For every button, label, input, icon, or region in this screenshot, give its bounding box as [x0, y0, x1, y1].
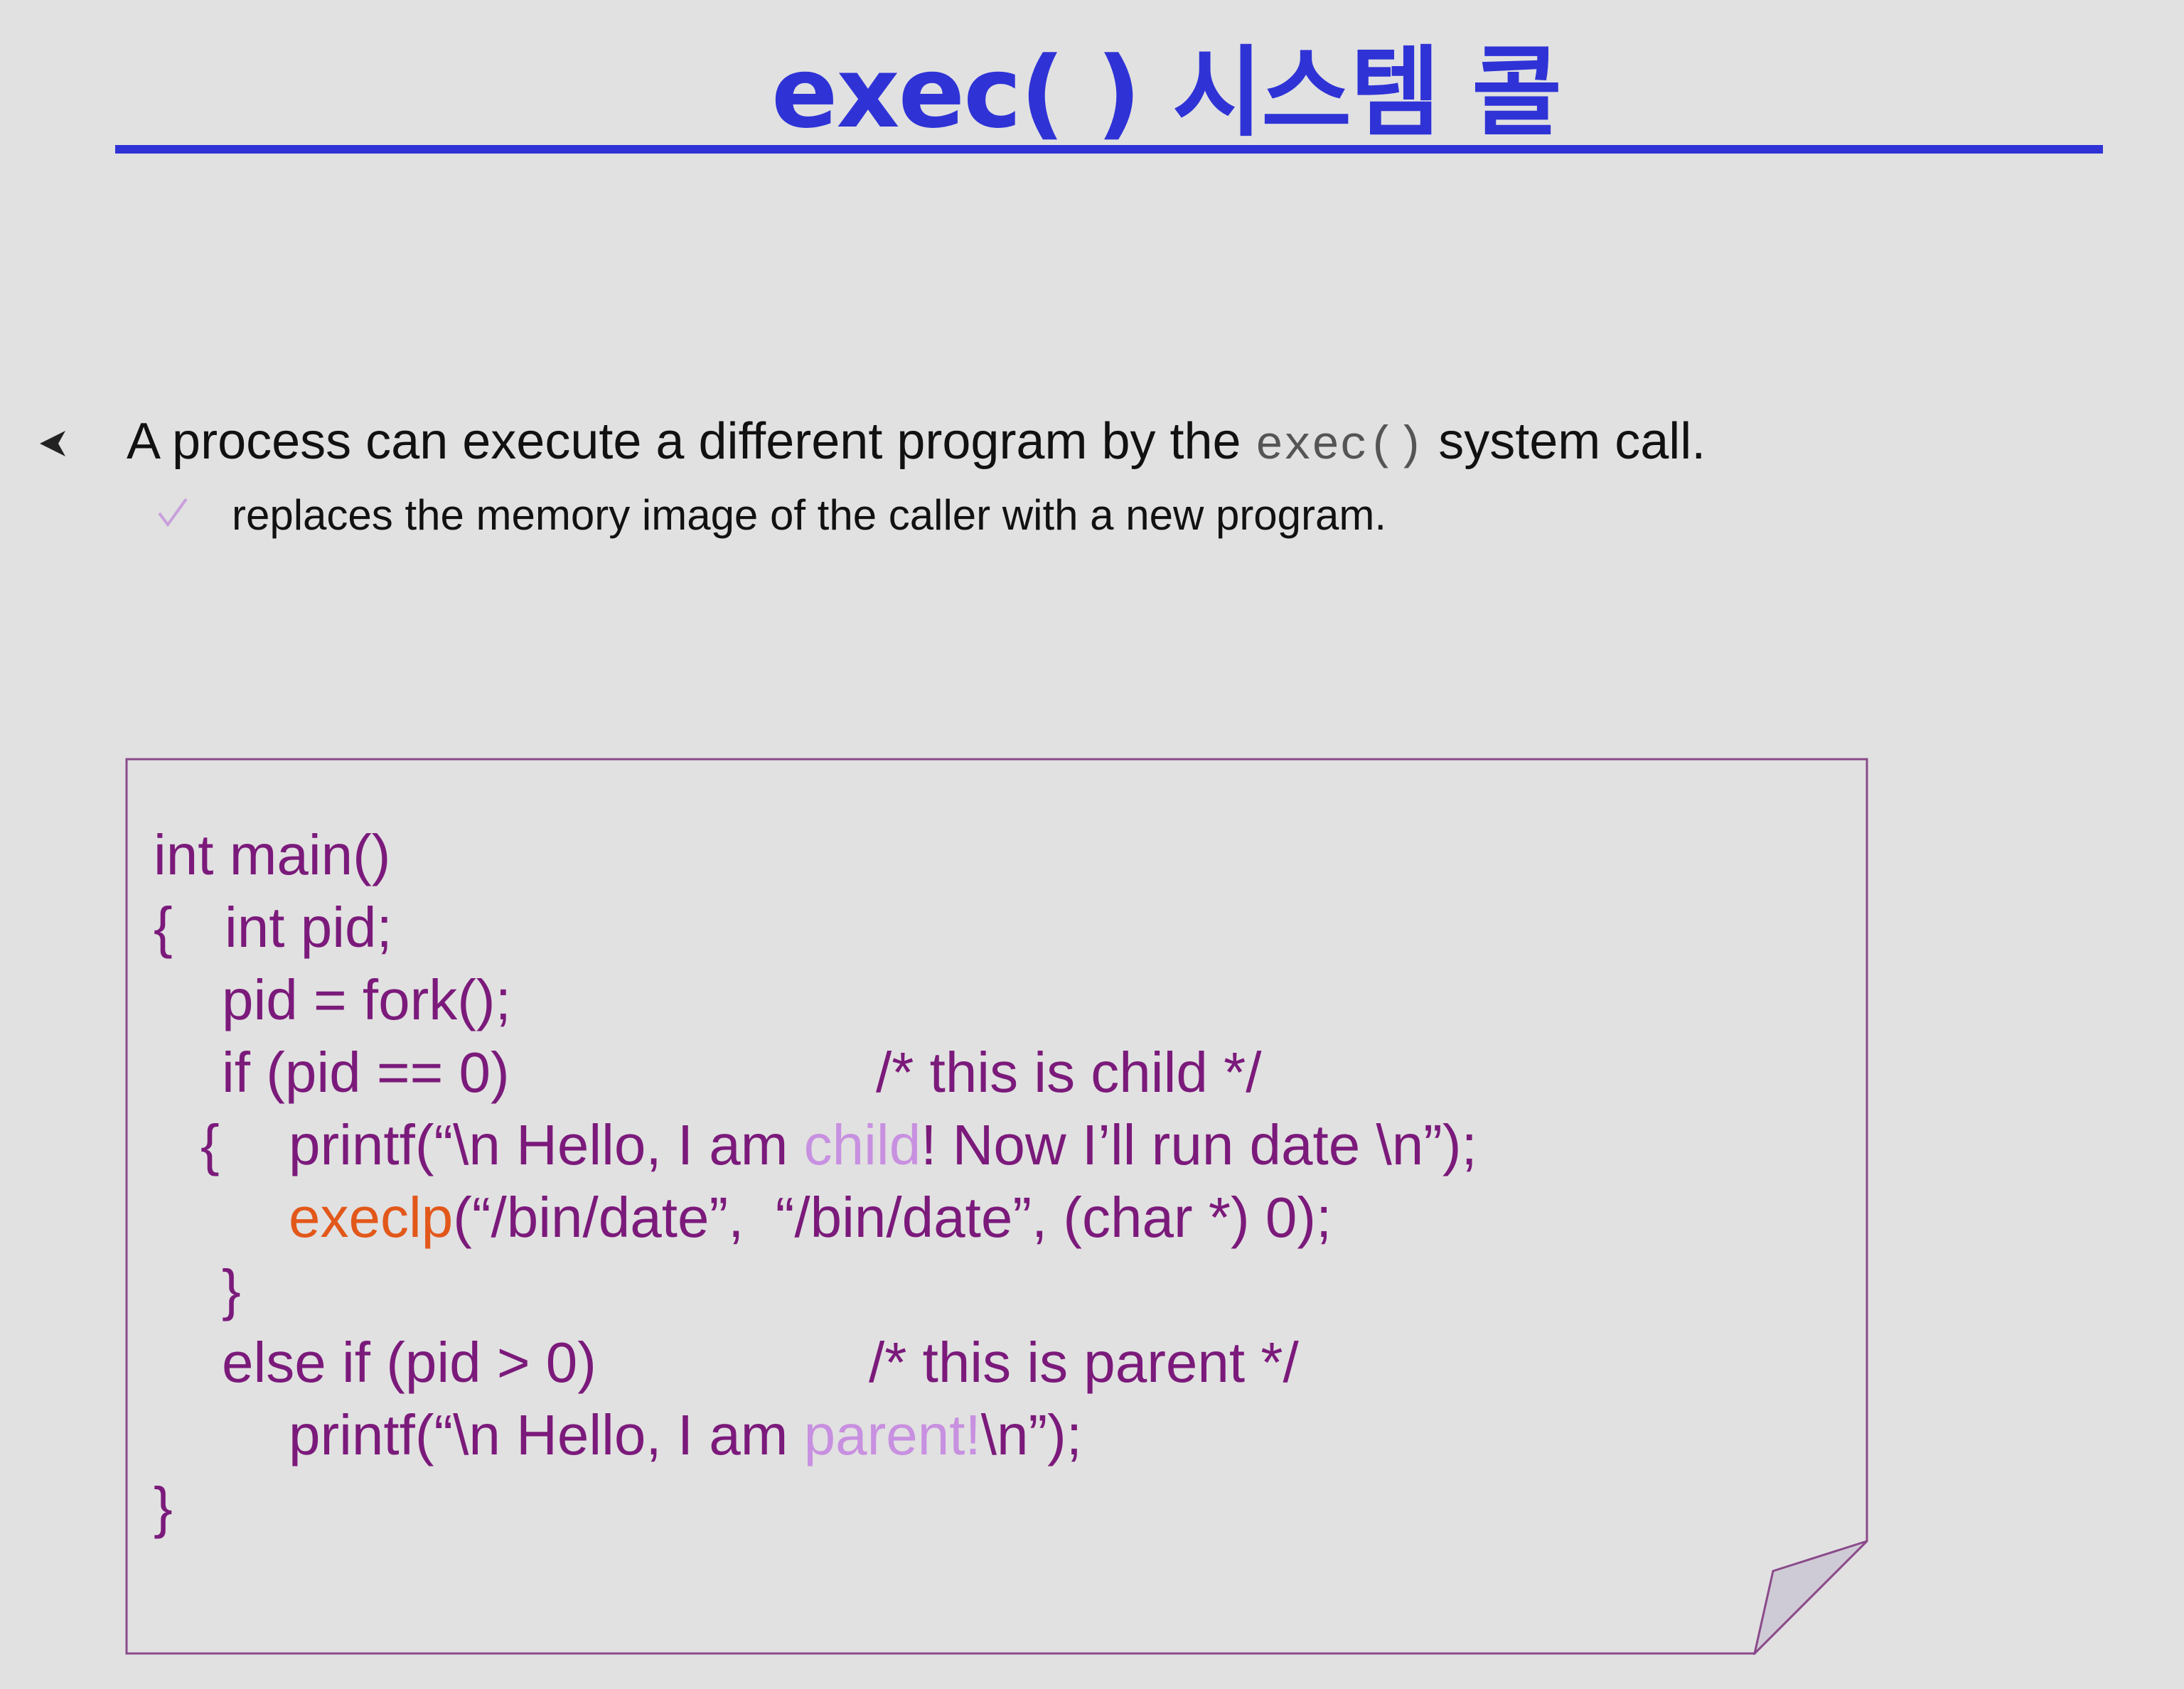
slide: exec( ) 시스템 콜 A process can execute a di… [0, 0, 2184, 1666]
bullet-text-after: system call. [1424, 413, 1706, 470]
code-text-part: \n”); [980, 1403, 1082, 1467]
check-icon [158, 498, 188, 527]
code-line: execlp(“/bin/date”, “/bin/date”, (char *… [154, 1181, 1332, 1254]
code-text: pid = fork(); [222, 968, 511, 1031]
code-function: execlp [289, 1186, 454, 1249]
code-brace: { [154, 896, 173, 959]
code-text-part: printf(“\n Hello, I am [289, 1113, 804, 1176]
slide-title: exec( ) 시스템 콜 [771, 36, 1562, 150]
code-text: execlp(“/bin/date”, “/bin/date”, (char *… [289, 1181, 1332, 1254]
sub-bullet-text: replaces the memory image of the caller … [232, 491, 1387, 539]
code-line: if (pid == 0) /* this is child */ [154, 1036, 1261, 1109]
code-text-part: (“/bin/date”, “/bin/date”, (char *) 0); [453, 1186, 1332, 1249]
code-line: } [154, 1254, 280, 1326]
code-text-part: ! Now I’ll run date \n”); [921, 1113, 1477, 1176]
code-line: int main() [154, 819, 390, 891]
code-highlight: parent! [803, 1403, 981, 1467]
bullet-code: exec() [1255, 419, 1425, 473]
code-text-part: printf(“\n Hello, I am [289, 1403, 804, 1467]
arrow-bullet-icon [40, 431, 65, 456]
code-line: else if (pid > 0) /* this is parent */ [154, 1326, 1299, 1399]
bullet-item: A process can execute a different progra… [0, 412, 2184, 483]
code-text: else if (pid > 0) [222, 1331, 596, 1394]
sub-bullet-item: replaces the memory image of the caller … [0, 490, 2184, 554]
code-line: printf(“\n Hello, I am parent!\n”); [154, 1399, 1082, 1471]
code-brace: } [154, 1476, 173, 1539]
code-text: if (pid == 0) [222, 1041, 510, 1104]
code-line: pid = fork(); [154, 964, 511, 1036]
code-text: printf(“\n Hello, I am child! Now I’ll r… [289, 1109, 1477, 1181]
code-highlight: child [803, 1113, 921, 1176]
code-line: { printf(“\n Hello, I am child! Now I’ll… [154, 1109, 1477, 1181]
title-underline [115, 145, 2103, 154]
code-comment: /* this is parent */ [869, 1331, 1299, 1394]
code-text: int main() [154, 823, 391, 886]
code-box: int main() { int pid; pid = fork(); if (… [125, 758, 1868, 1655]
code-line: } [154, 1471, 280, 1544]
code-brace: } [222, 1258, 241, 1321]
code-comment: /* this is child */ [876, 1041, 1262, 1104]
bullet-text-before: A process can execute a different progra… [127, 413, 1256, 470]
code-line: { int pid; [154, 891, 392, 964]
code-listing: int main() { int pid; pid = fork(); if (… [154, 819, 1477, 1544]
bullet-text: A process can execute a different progra… [127, 412, 1706, 473]
code-text: printf(“\n Hello, I am parent!\n”); [289, 1399, 1082, 1471]
code-brace: { [200, 1113, 220, 1176]
code-text: int pid; [225, 896, 392, 959]
